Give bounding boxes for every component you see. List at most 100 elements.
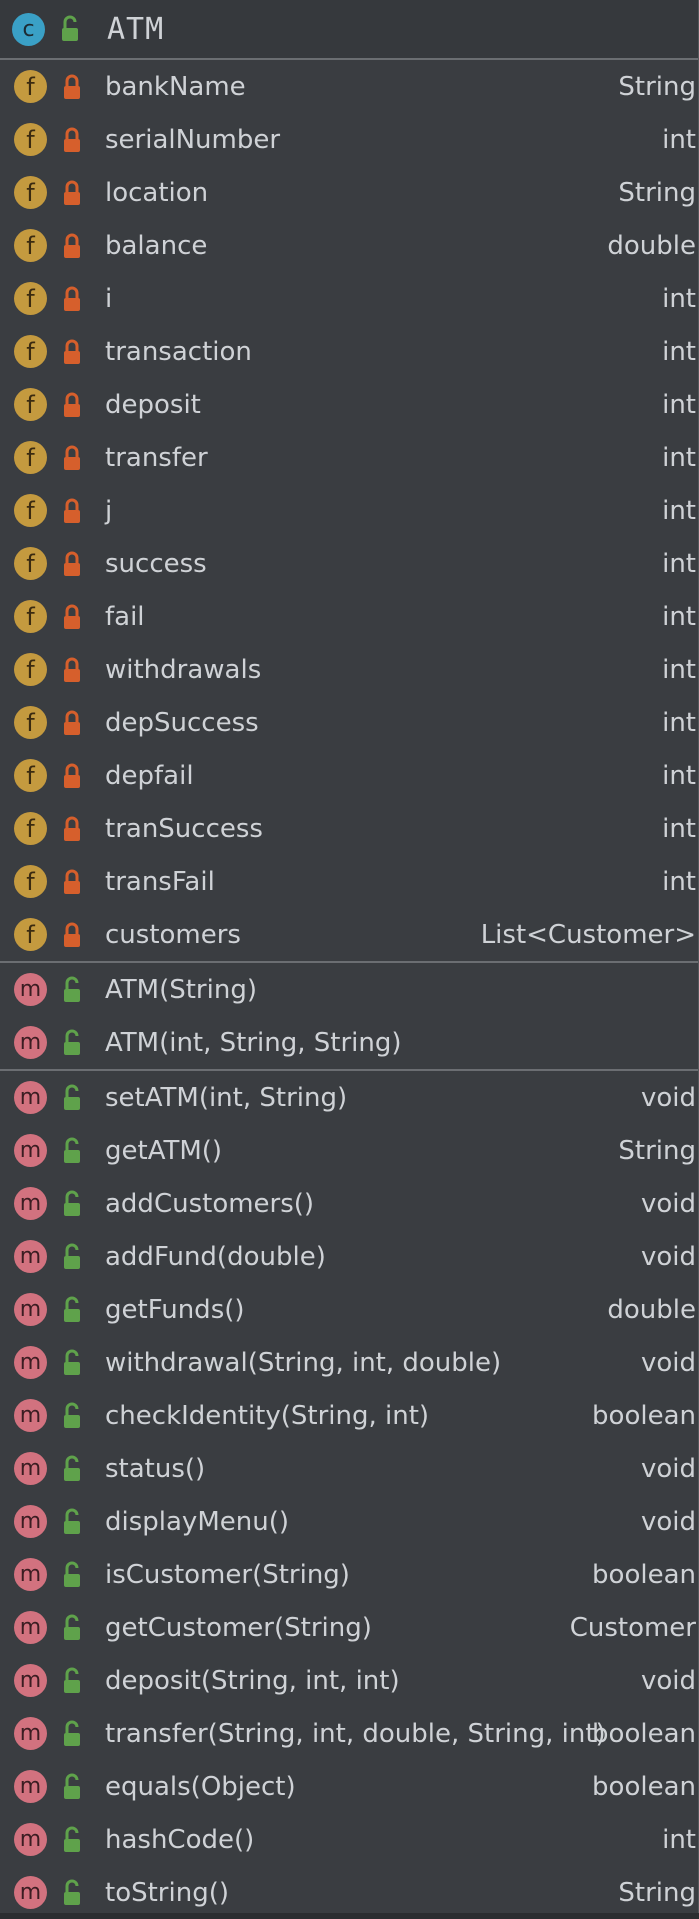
method-row[interactable]: m withdrawal(String, int, double) void	[0, 1336, 698, 1389]
public-lock-icon	[64, 1455, 80, 1481]
method-row[interactable]: m setATM(int, String) void	[0, 1071, 698, 1124]
field-name: withdrawals	[105, 654, 262, 685]
method-name: addCustomers()	[105, 1188, 315, 1219]
method-row[interactable]: m status() void	[0, 1442, 698, 1495]
field-type: int	[662, 813, 696, 844]
field-icon: f	[14, 600, 47, 633]
field-type: int	[662, 495, 696, 526]
field-name: deposit	[105, 389, 201, 420]
field-type: int	[662, 654, 696, 685]
private-lock-icon	[64, 286, 80, 311]
public-lock-icon	[64, 1508, 80, 1534]
method-name: transfer(String, int, double, String, in…	[105, 1718, 606, 1749]
field-row[interactable]: f success int	[0, 537, 698, 590]
method-name: isCustomer(String)	[105, 1559, 350, 1590]
method-row[interactable]: m getCustomer(String) Customer	[0, 1601, 698, 1654]
field-row[interactable]: f bankName String	[0, 60, 698, 113]
field-row[interactable]: f depSuccess int	[0, 696, 698, 749]
method-row[interactable]: m deposit(String, int, int) void	[0, 1654, 698, 1707]
method-name: withdrawal(String, int, double)	[105, 1347, 502, 1378]
field-name: depSuccess	[105, 707, 259, 738]
field-icon: f	[14, 547, 47, 580]
field-type: int	[662, 442, 696, 473]
method-type: double	[607, 1294, 696, 1325]
field-name: location	[105, 177, 209, 208]
method-icon: m	[14, 1770, 47, 1803]
method-row[interactable]: m displayMenu() void	[0, 1495, 698, 1548]
field-icon: f	[14, 70, 47, 103]
method-type: void	[640, 1082, 696, 1113]
method-row[interactable]: m getATM() String	[0, 1124, 698, 1177]
public-lock-icon	[64, 1190, 80, 1216]
method-type: String	[618, 1877, 696, 1908]
field-row[interactable]: f j int	[0, 484, 698, 537]
method-row[interactable]: m toString() String	[0, 1866, 698, 1919]
method-row[interactable]: m isCustomer(String) boolean	[0, 1548, 698, 1601]
method-type: Customer	[569, 1612, 696, 1643]
field-row[interactable]: f location String	[0, 166, 698, 219]
private-lock-icon	[64, 551, 80, 576]
method-name: equals(Object)	[105, 1771, 296, 1802]
method-name: deposit(String, int, int)	[105, 1665, 400, 1696]
method-row[interactable]: m equals(Object) boolean	[0, 1760, 698, 1813]
class-name: ATM	[107, 11, 165, 47]
field-icon: f	[14, 282, 47, 315]
methods-section: m setATM(int, String) void m getATM() String m…	[0, 1071, 698, 1919]
constructor-row[interactable]: m ATM(String)	[0, 963, 698, 1016]
field-type: int	[662, 601, 696, 632]
field-type: double	[607, 230, 696, 261]
field-row[interactable]: f withdrawals int	[0, 643, 698, 696]
method-name: getCustomer(String)	[105, 1612, 372, 1643]
field-row[interactable]: f transFail int	[0, 855, 698, 908]
method-row[interactable]: m hashCode() int	[0, 1813, 698, 1866]
field-name: tranSuccess	[105, 813, 263, 844]
method-icon: m	[14, 1134, 47, 1167]
field-name: transFail	[105, 866, 215, 897]
field-row[interactable]: f transaction int	[0, 325, 698, 378]
method-type: boolean	[592, 1771, 696, 1802]
field-type: int	[662, 389, 696, 420]
field-row[interactable]: f fail int	[0, 590, 698, 643]
method-icon: m	[14, 1187, 47, 1220]
field-icon: f	[14, 918, 47, 951]
public-lock-icon	[64, 1084, 80, 1110]
method-name: checkIdentity(String, int)	[105, 1400, 430, 1431]
private-lock-icon	[64, 180, 80, 205]
method-row[interactable]: m addCustomers() void	[0, 1177, 698, 1230]
method-icon: m	[14, 973, 47, 1006]
method-row[interactable]: m checkIdentity(String, int) boolean	[0, 1389, 698, 1442]
method-name: addFund(double)	[105, 1241, 326, 1272]
field-row[interactable]: f customers List<Customer>	[0, 908, 698, 961]
field-row[interactable]: f tranSuccess int	[0, 802, 698, 855]
field-row[interactable]: f serialNumber int	[0, 113, 698, 166]
class-header[interactable]: c ATM	[0, 0, 698, 60]
field-row[interactable]: f deposit int	[0, 378, 698, 431]
public-lock-icon	[64, 1826, 80, 1852]
method-row[interactable]: m transfer(String, int, double, String, i…	[0, 1707, 698, 1760]
field-type: int	[662, 866, 696, 897]
field-icon: f	[14, 865, 47, 898]
public-lock-icon	[64, 1720, 80, 1746]
method-row[interactable]: m getFunds() double	[0, 1283, 698, 1336]
method-icon: m	[14, 1558, 47, 1591]
method-icon: m	[14, 1717, 47, 1750]
private-lock-icon	[64, 74, 80, 99]
fields-section: f bankName String f serialNumber int f location…	[0, 60, 698, 963]
method-row[interactable]: m addFund(double) void	[0, 1230, 698, 1283]
class-icon: c	[12, 12, 45, 46]
method-type: void	[640, 1241, 696, 1272]
method-type: void	[640, 1188, 696, 1219]
public-lock-icon	[64, 976, 80, 1002]
field-row[interactable]: f balance double	[0, 219, 698, 272]
field-row[interactable]: f i int	[0, 272, 698, 325]
field-row[interactable]: f transfer int	[0, 431, 698, 484]
constructor-row[interactable]: m ATM(int, String, String)	[0, 1016, 698, 1069]
field-icon: f	[14, 441, 47, 474]
uml-class-box: c ATM f bankName String f serialNumber int f lo…	[0, 0, 699, 1913]
field-type: int	[662, 760, 696, 791]
private-lock-icon	[64, 498, 80, 523]
field-type: int	[662, 548, 696, 579]
field-icon: f	[14, 759, 47, 792]
field-row[interactable]: f depfail int	[0, 749, 698, 802]
private-lock-icon	[64, 233, 80, 258]
